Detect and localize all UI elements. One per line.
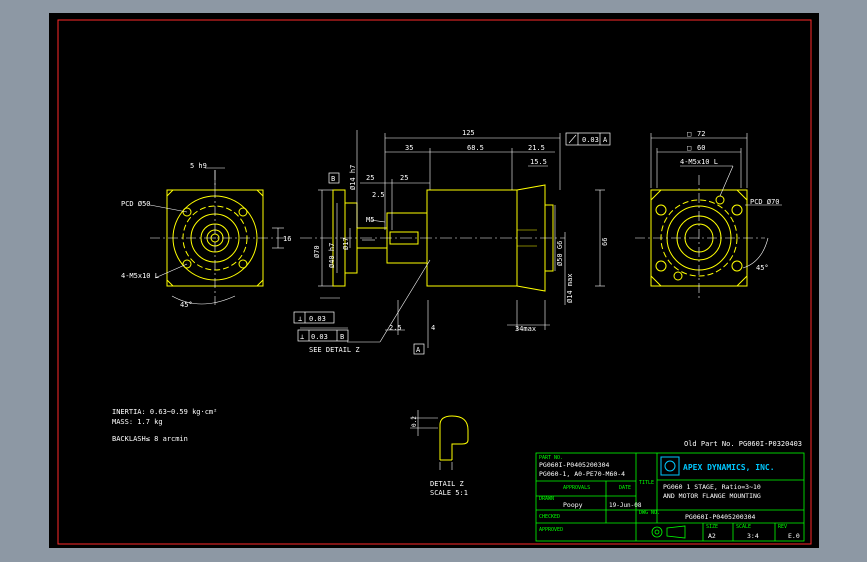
tb-part-no-1: PG060I-P0405200304 (539, 461, 610, 469)
tb-part-no-2: PG060-1, A0-PE70-M60-4 (539, 470, 625, 478)
runout-value: 0.03 (311, 333, 328, 341)
dim-25a: 25 (366, 174, 374, 182)
tb-checked-label: CHECKED (539, 514, 560, 520)
dim-total-length: 125 (462, 129, 475, 137)
runout-datum: B (340, 333, 344, 341)
datum-b-label: B (331, 175, 335, 183)
dim-15-5: 15.5 (530, 158, 547, 166)
note-inertia: INERTIA: 0.63~0.59 kg·cm² (112, 408, 217, 416)
dim-25b: 25 (400, 174, 408, 182)
tb-title-1: PG060 1 STAGE, Ratio=3~10 (663, 483, 761, 491)
dim-21-5: 21.5 (528, 144, 545, 152)
dim-68-5: 68.5 (467, 144, 484, 152)
tb-date-label: DATE (619, 485, 631, 491)
front-key-label: 5 h9 (190, 162, 207, 170)
tb-drawn-value: Poopy (563, 501, 583, 509)
tb-scale-value: 3:4 (747, 532, 759, 540)
rear-pcd-label: PCD Ø70 (750, 198, 780, 206)
dim-hub-dia: Ø17 (342, 237, 350, 250)
detail-scale: SCALE 5:1 (430, 489, 468, 497)
front-angle-label: 45° (180, 301, 193, 309)
rear-square-outer-icon: □ (687, 130, 691, 138)
dim-4: 4 (431, 324, 435, 332)
tb-rev-label: REV (778, 524, 787, 530)
tb-dwg-value: PG060I-P0405200304 (685, 513, 756, 521)
rear-angle-label: 45° (756, 264, 769, 272)
front-pcd-label: PCD Ø50 (121, 200, 151, 208)
dim-overall-height: 66 (601, 238, 609, 246)
dim-pilot-dia: Ø70 (313, 245, 321, 258)
dim-motor-len: 34max (515, 325, 536, 333)
see-detail-label: SEE DETAIL Z (309, 346, 360, 354)
dim-35: 35 (405, 144, 413, 152)
detail-dim: 0.2 (411, 416, 418, 427)
dim-motor-shaft: Ø14 max (566, 273, 574, 303)
tb-drawn-label: DRAWN (539, 496, 554, 502)
rear-square-inner: 60 (697, 144, 705, 152)
perp-value: 0.03 (309, 315, 326, 323)
front-holes-label: 4-M5x10 L (121, 272, 159, 280)
flatness-value: 0.03 (582, 136, 599, 144)
tb-title-label: TITLE (639, 480, 654, 486)
dim-flange-dia: Ø40 h7 (328, 243, 336, 268)
rear-square-outer: 72 (697, 130, 705, 138)
perp-symbol: ⊥ (298, 315, 302, 323)
tb-approved-label: APPROVED (539, 527, 563, 533)
rear-holes-label: 4-M5x10 L (680, 158, 718, 166)
runout-symbol: ⊥ (300, 333, 304, 341)
tb-rev-value: E.0 (788, 532, 800, 540)
tb-title-2: AND MOTOR FLANGE MOUNTING (663, 492, 761, 500)
company-name: APEX DYNAMICS, INC. (683, 463, 775, 472)
note-mass: MASS: 1.7 kg (112, 418, 163, 426)
cad-drawing-canvas: PCD Ø50 4-M5x10 L 45° 5 h9 16 125 0.03 A… (0, 0, 867, 562)
tb-size-label: SIZE (706, 524, 718, 530)
dim-2-5: 2.5 (372, 191, 385, 199)
tb-dwg-label: DWG NO. (639, 510, 660, 516)
old-part-number: Old Part No. PG060I-P0320403 (684, 440, 802, 448)
front-shaft-height-label: 16 (283, 235, 291, 243)
dim-motor-pilot: Ø50 G6 (556, 241, 564, 266)
thread-label: M5 (366, 216, 374, 224)
dim-2-5b: 2.5 (389, 324, 402, 332)
tb-scale-label: SCALE (736, 524, 751, 530)
rear-square-inner-icon: □ (687, 144, 691, 152)
detail-title: DETAIL Z (430, 480, 464, 488)
tb-drawn-date: 19-Jun-08 (609, 502, 642, 509)
note-backlash: BACKLASH≤ 8 arcmin (112, 435, 188, 443)
dim-shaft-dia: Ø14 h7 (349, 165, 357, 190)
tb-approvals-label: APPROVALS (563, 485, 590, 491)
tb-size-value: A2 (708, 532, 716, 540)
